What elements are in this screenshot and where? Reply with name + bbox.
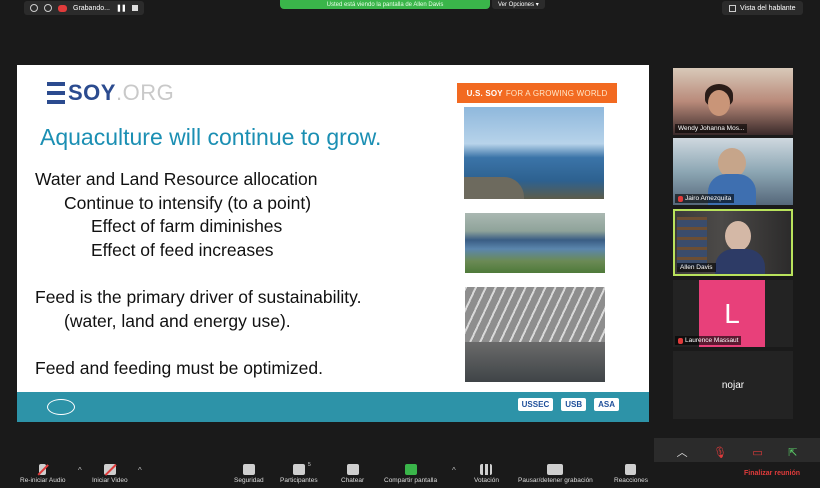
footer-logos: USSEC USB ASA [517,398,619,411]
badge-light: FOR A GROWING WORLD [505,88,608,98]
muted-mic-icon [39,464,47,475]
bullet: Continue to intensify (to a point) [64,192,312,213]
recording-indicator: Grabando... ❚❚ [24,1,144,15]
bullet: Feed and feeding must be optimized. [35,358,323,378]
bullet: (water, land and energy use). [64,310,291,331]
bullet: Feed is the primary driver of sustainabi… [35,287,362,307]
participants-count: 5 [308,462,311,468]
poll-button[interactable]: Votación [474,464,499,484]
chevron-up-icon[interactable]: ^ [138,466,142,475]
participant-name: Laurence Massaut [675,336,742,345]
speaker-view-label: Vista del hablante [740,4,796,12]
speaker-view-button[interactable]: Vista del hablante [722,1,803,15]
end-meeting-button[interactable]: Finalizar reunión [744,470,800,477]
record-dot-icon [58,4,67,12]
muted-mic-icon [678,195,683,202]
ussec-logo: USSEC [517,398,554,411]
people-icon: 5 [292,462,311,475]
lake-photo [464,107,604,199]
greenhouse-tanks-photo [465,287,605,382]
participant-video [725,221,751,251]
pause-icon[interactable]: ❚❚ [116,4,127,12]
reactions-button[interactable]: Reacciones [614,464,648,484]
recording-label: Grabando... [73,4,110,12]
slide-footer-bar: USSEC USB ASA [17,392,649,422]
share-arrow-icon[interactable]: ⇱ [788,446,797,459]
share-banner-text: Usted está viendo la pantalla de Allen D… [326,1,444,8]
top-bar: Grabando... ❚❚ Usted está viendo la pant… [0,0,820,16]
video-off-icon[interactable]: ▭ [752,446,762,459]
chat-icon [346,464,359,475]
participant-tile[interactable]: Wendy Johanna Mos... [673,68,793,135]
slide-title: Aquaculture will continue to grow. [40,124,382,150]
zoom-window: Grabando... ❚❚ Usted está viendo la pant… [0,0,820,488]
bookshelf-background [677,217,707,267]
participant-tile[interactable]: nojar [673,351,793,419]
shared-screen-slide: SOY.ORG U.S. SOY FOR A GROWING WORLD Aqu… [17,65,649,422]
audio-button[interactable]: Re-iniciar Audio [20,464,66,484]
chevron-up-icon[interactable]: ^ [452,466,456,475]
meeting-toolbar: Re-iniciar Audio ^ Iniciar Video ^ Segur… [0,462,820,488]
growing-world-badge: U.S. SOY FOR A GROWING WORLD [457,83,617,103]
view-options-button[interactable]: Ver Opciones ▾ [492,0,545,9]
security-button[interactable]: Seguridad [234,464,264,484]
screen-share-banner: Usted está viendo la pantalla de Allen D… [280,0,490,9]
chevron-down-icon: ▾ [534,2,539,8]
participant-name: Wendy Johanna Mos... [675,124,748,133]
usb-logo: USB [561,398,587,411]
stop-icon[interactable] [131,5,138,11]
bullet: Water and Land Resource allocation [35,169,318,189]
us-flag-mark [47,82,65,104]
share-screen-icon [404,464,417,475]
participants-button[interactable]: 5 Participantes [280,462,318,484]
chevron-up-icon[interactable]: ^ [78,466,82,475]
grid-icon [729,4,736,12]
slide-bullets: Water and Land Resource allocation Conti… [35,168,361,381]
fish-farm-photo [465,213,605,273]
muted-mic-icon [678,337,683,344]
participant-name: Allen Davis [677,263,716,272]
participant-tile-active-speaker[interactable]: Allen Davis [673,209,793,276]
participant-name: nojar [721,379,745,391]
seal-logo-icon [47,399,75,415]
video-off-icon [103,464,116,475]
participant-name: Jairo Amezquita [675,194,735,203]
badge-main: U.S. SOY [466,88,503,98]
logo-org: .ORG [115,80,175,105]
shield-icon [242,464,255,475]
shield-icon[interactable] [44,4,52,12]
bullet: Effect of farm diminishes [91,216,283,236]
logo-soy: SOY [68,80,116,105]
video-button[interactable]: Iniciar Video [92,464,128,484]
muted-mic-icon[interactable]: 🎙 [713,446,727,459]
smiley-icon [625,464,637,475]
view-options-label: Ver Opciones [498,1,535,8]
participant-tile[interactable]: L Laurence Massaut [673,280,793,347]
poll-icon [480,464,493,475]
ussoy-logo: SOY.ORG [47,80,174,106]
recording-button[interactable]: Pausar/detener grabación [518,464,593,484]
pause-stop-icon [547,464,564,475]
chat-button[interactable]: Chatear [341,464,364,484]
asa-logo: ASA [594,398,619,411]
share-screen-button[interactable]: Compartir pantalla [384,464,437,484]
participant-tile[interactable]: Jairo Amezquita [673,138,793,205]
chevron-up-icon[interactable]: ︿ [677,444,688,460]
bullet: Effect of feed increases [91,239,274,260]
info-icon[interactable] [30,4,38,12]
